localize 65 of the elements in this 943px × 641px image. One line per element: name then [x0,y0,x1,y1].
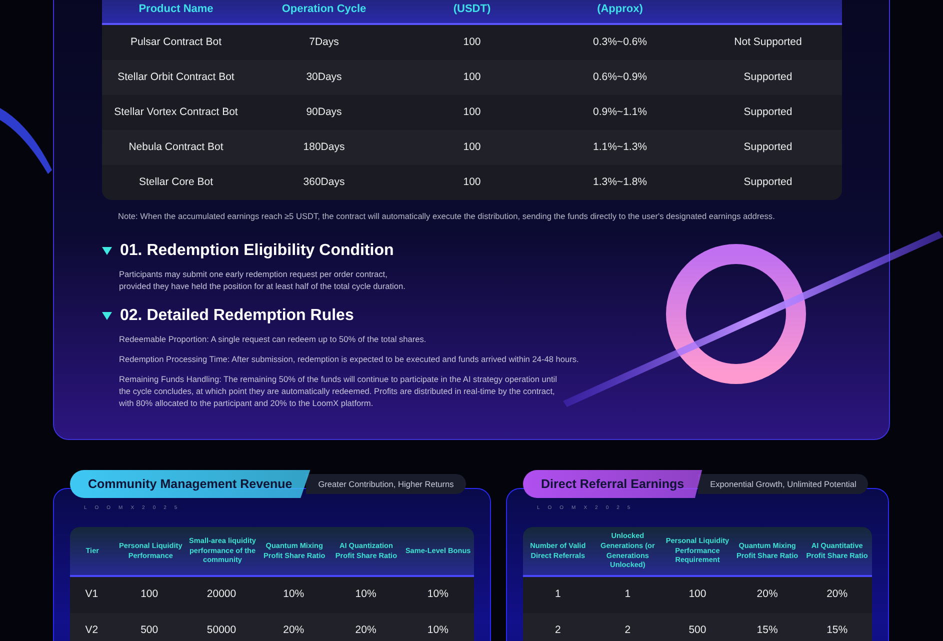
table-cell-text: Stellar Core Bot [138,174,214,190]
table-cell-text: V2 [84,623,100,638]
section-heading: 02. Detailed Redemption Rules [120,306,354,326]
table-cell-text: 360Days [302,174,346,190]
triangle-icon [102,312,112,320]
table-cell-text: Supported [742,104,794,120]
table-cell-text: 30Days [305,70,343,85]
column-header: (Approx) [596,2,644,16]
table-cell-text: 100 [462,70,482,85]
table-cell-text: 100 [462,34,482,50]
table-cell-text: 180Days [302,140,346,155]
table-cell-text: 0.3%~0.6% [592,34,648,50]
table-cell-text: 500 [688,623,708,638]
table-cell-text: 100 [462,104,482,120]
note-text: Note: When the accumulated earnings reach ≥5 USDT, the contract will automatically execute the distribution, sending the funds directly to the user's designated earnings address. [118,211,775,222]
table-cell-text: 90Days [305,104,343,120]
table-cell-text: 2 [624,623,632,638]
table-cell-text: 10% [426,586,450,602]
table-cell-text: 15% [756,623,779,638]
table-cell-text: 20% [756,586,779,602]
section-badge: Community Management Revenue [70,470,310,498]
table-cell-text: 20% [354,623,378,638]
table-cell-text: 1.3%~1.8% [592,174,648,190]
section-heading: 01. Redemption Eligibility Condition [120,241,394,260]
table-cell-text: Not Supported [733,34,803,50]
table-cell-text: 10% [354,586,378,602]
table-cell-text: Stellar Vortex Contract Bot [113,104,239,120]
table-cell-text: 100 [462,174,482,190]
paragraph: Redeemable Proportion: A single request can redeem up to 50% of the total shares. [119,333,428,346]
paragraph: Participants may submit one early redemption request per order contract, provided they have held the position for at least half of the total cycle duration. [119,268,406,292]
table-cell-text: 10% [426,623,450,638]
column-header: (USDT) [452,2,492,16]
table-cell-text: 500 [140,623,160,638]
table-cell-text: 0.6%~0.9% [592,70,648,85]
table-cell-text: 1 [624,586,632,602]
table-cell-text: 2 [554,623,562,638]
table-cell-text: 20% [282,623,306,638]
table-cell-text: Stellar Orbit Contract Bot [116,70,236,85]
table-cell-text: 100 [140,586,160,602]
table-cell-text: 0.9%~1.1% [592,104,648,120]
paragraph: Remaining Funds Handling: The remaining 50% of the funds will continue to participate in the AI strategy operation until the cycle concludes, at which point they are automatically redeemed. Profits are distributed in real-time by the contract, with 80% allocated to the participant and 20% to the LoomX platform. [119,373,558,410]
table-cell-text: 7Days [308,34,340,50]
table-cell-text: 50000 [206,623,238,638]
table-cell-text: 1.1%~1.3% [592,140,648,155]
section-badge: Direct Referral Earnings [523,470,702,498]
table-cell-text: 20000 [206,586,238,602]
triangle-icon [102,246,112,255]
table-cell-text: Supported [742,174,794,190]
table-cell-text: 100 [462,140,482,155]
table-cell-text: 100 [688,586,708,602]
table-cell-text: Supported [742,140,794,155]
paragraph: Redemption Processing Time: After submission, redemption is expected to be executed and funds arrived within 24-48 hours. [119,353,580,366]
column-header: Operation Cycle [280,2,368,16]
subtitle-pill: Greater Contribution, Higher Returns [306,474,466,494]
table-cell-text: V1 [84,586,100,602]
light-streak-drawing [0,108,52,174]
subtitle-pill: Exponential Growth, Unlimited Potential [698,474,868,494]
table-cell-text: Supported [742,70,794,85]
table-cell-text: Nebula Contract Bot [128,140,224,155]
table-cell-text: 10% [282,586,306,602]
table-cell-text: 1 [554,586,562,602]
table-cell-text: 15% [826,623,849,638]
column-header: Product Name [138,2,214,16]
table-cell-text: 20% [826,586,849,602]
table-cell-text: Pulsar Contract Bot [129,34,223,50]
